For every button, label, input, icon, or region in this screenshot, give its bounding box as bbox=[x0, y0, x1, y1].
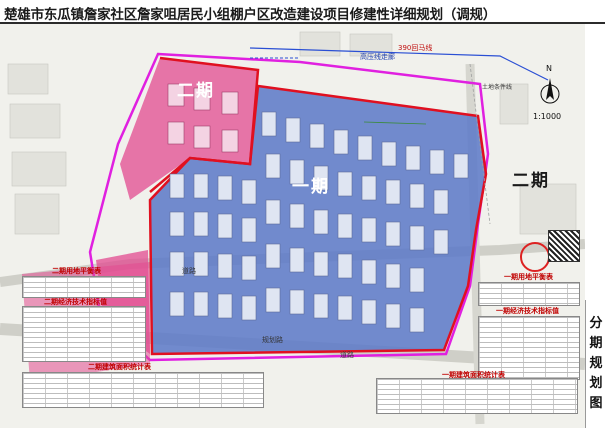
right-land-table bbox=[478, 282, 580, 306]
land-boundary-label: 土地条件线 bbox=[482, 84, 513, 91]
page-header: 楚雄市东瓜镇詹家社区詹家咀居民小组棚户区改造建设项目修建性详细规划（调规） bbox=[0, 0, 605, 24]
road-south-right-label: 道路 bbox=[340, 351, 354, 359]
page-title: 楚雄市东瓜镇詹家社区詹家咀居民小组棚户区改造建设项目修建性详细规划（调规） bbox=[4, 7, 497, 23]
phase-two-label-right: 二期 bbox=[512, 171, 550, 191]
road-west-label: 道路 bbox=[182, 267, 196, 275]
approval-stamp-icon bbox=[520, 242, 550, 272]
left-build-table bbox=[22, 372, 264, 408]
qr-code-icon bbox=[548, 230, 580, 262]
hv-tower-label: 390回马线 bbox=[398, 44, 433, 52]
scale-text: 1:1000 bbox=[533, 112, 562, 121]
right-build-table bbox=[376, 378, 578, 414]
phase-two-label-left: 二期 bbox=[177, 81, 215, 101]
left-land-table-title: 二期用地平衡表 bbox=[52, 267, 101, 275]
road-south-label: 规划路 bbox=[262, 336, 283, 344]
left-land-table bbox=[22, 276, 146, 298]
hv-line-label: 高压线走廊 bbox=[360, 53, 395, 61]
left-build-table-title: 二期建筑面积统计表 bbox=[88, 363, 151, 371]
right-econ-table-title: 一期经济技术指标值 bbox=[496, 307, 559, 315]
sidebar-caption: 分期规划图 bbox=[585, 300, 605, 428]
sidebar-label: 分期规划图 bbox=[589, 316, 603, 411]
right-land-table-title: 一期用地平衡表 bbox=[504, 273, 553, 281]
phase-one-label: 一期 bbox=[292, 177, 330, 197]
left-econ-table bbox=[22, 306, 146, 362]
plan-sheet: 二期 一期 二期 高压线走廊 390回马线 土地条件线 道路 规划路 道路 N … bbox=[0, 24, 586, 428]
